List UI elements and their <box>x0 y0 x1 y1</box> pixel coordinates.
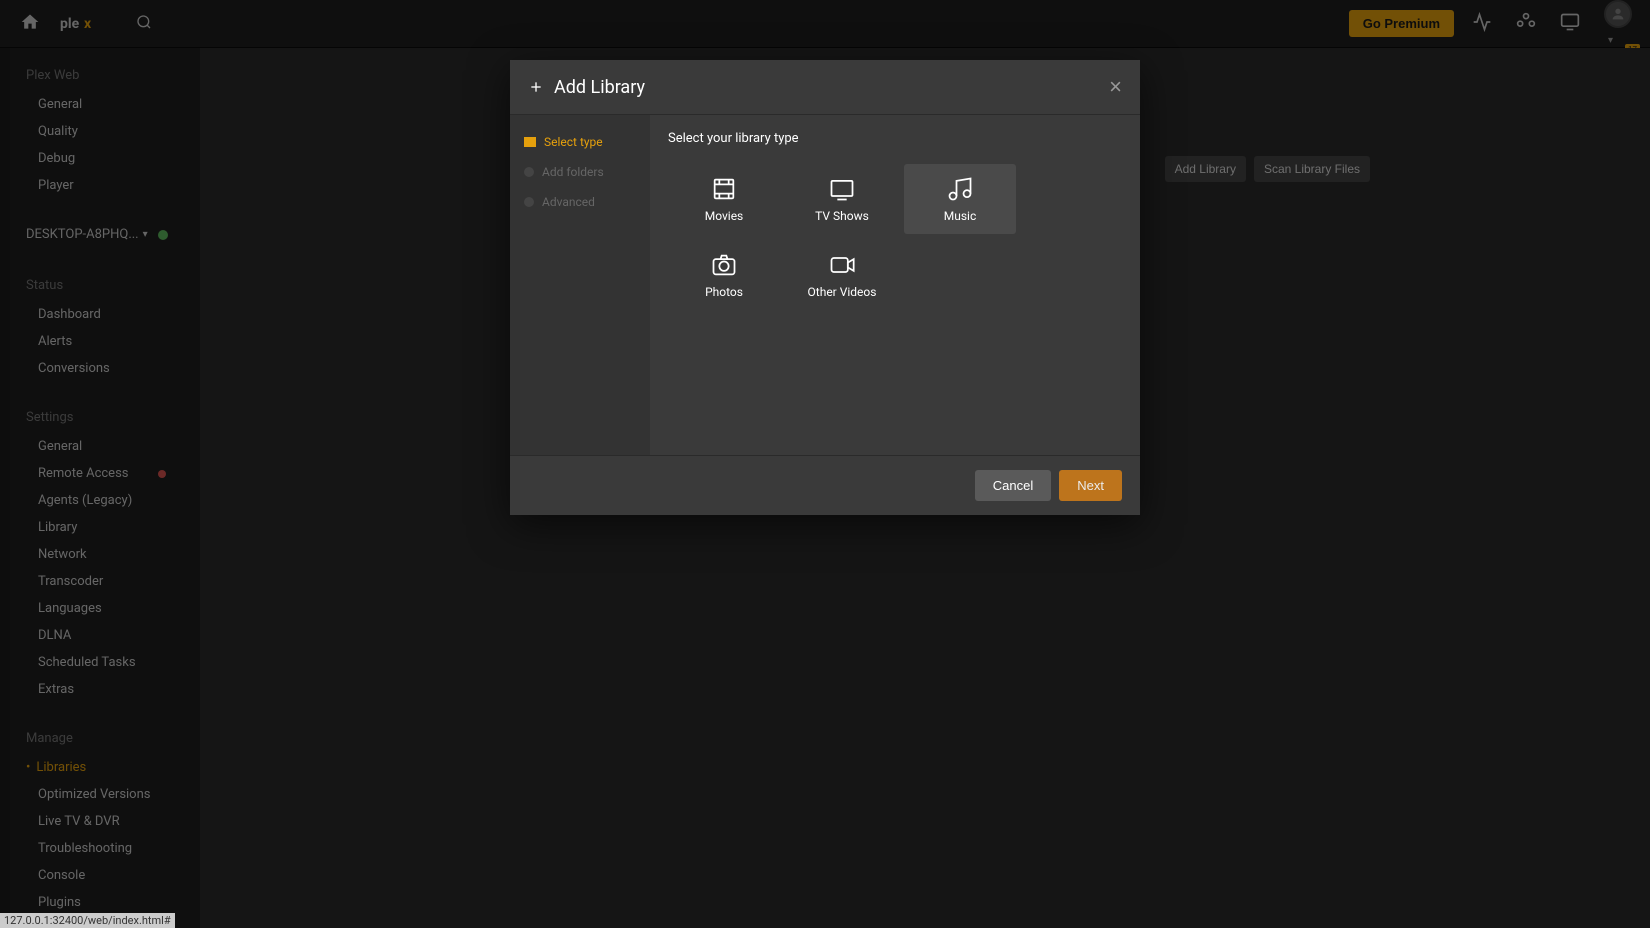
list-icon <box>524 137 536 147</box>
tv-icon <box>828 175 856 203</box>
add-library-modal: Add Library × Select type Add folders Ad… <box>510 60 1140 515</box>
video-icon <box>828 251 856 279</box>
plus-icon <box>528 79 544 95</box>
modal-overlay: Add Library × Select type Add folders Ad… <box>0 0 1650 928</box>
modal-title: Add Library <box>554 77 645 98</box>
movie-icon <box>710 175 738 203</box>
type-other-videos[interactable]: Other Videos <box>786 240 898 310</box>
modal-body: Select type Add folders Advanced Select … <box>510 115 1140 455</box>
type-photos[interactable]: Photos <box>668 240 780 310</box>
close-button[interactable]: × <box>1109 74 1122 100</box>
modal-footer: Cancel Next <box>510 455 1140 515</box>
folder-icon <box>524 167 534 177</box>
status-bar-url: 127.0.0.1:32400/web/index.html# <box>0 913 175 928</box>
camera-icon <box>710 251 738 279</box>
select-prompt: Select your library type <box>668 131 1122 146</box>
library-type-grid: Movies TV Shows Music Photos <box>668 164 1122 310</box>
step-add-folders[interactable]: Add folders <box>510 157 650 187</box>
modal-header: Add Library × <box>510 60 1140 115</box>
modal-main: Select your library type Movies TV Shows… <box>650 115 1140 455</box>
next-button[interactable]: Next <box>1059 470 1122 501</box>
type-tv-shows[interactable]: TV Shows <box>786 164 898 234</box>
step-advanced[interactable]: Advanced <box>510 187 650 217</box>
cancel-button[interactable]: Cancel <box>975 470 1051 501</box>
music-icon <box>946 175 974 203</box>
type-movies[interactable]: Movies <box>668 164 780 234</box>
type-music[interactable]: Music <box>904 164 1016 234</box>
step-select-type[interactable]: Select type <box>510 127 650 157</box>
gear-icon <box>524 197 534 207</box>
modal-steps: Select type Add folders Advanced <box>510 115 650 455</box>
